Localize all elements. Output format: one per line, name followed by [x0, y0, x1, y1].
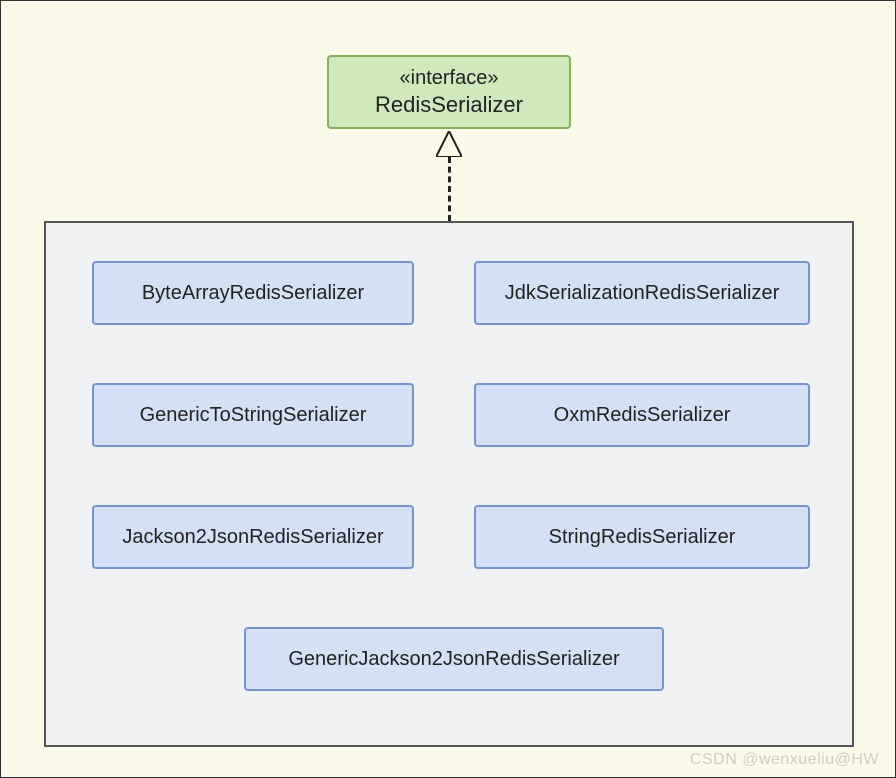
class-node-genericjackson2json: GenericJackson2JsonRedisSerializer	[244, 627, 664, 691]
implementations-container: ByteArrayRedisSerializer JdkSerializatio…	[44, 221, 854, 747]
class-node-generictostring: GenericToStringSerializer	[92, 383, 414, 447]
interface-stereotype: «interface»	[400, 65, 499, 91]
class-label: GenericJackson2JsonRedisSerializer	[288, 648, 619, 671]
class-node-jdkserialization: JdkSerializationRedisSerializer	[474, 261, 810, 325]
class-node-jackson2json: Jackson2JsonRedisSerializer	[92, 505, 414, 569]
class-label: GenericToStringSerializer	[140, 404, 367, 427]
class-label: OxmRedisSerializer	[554, 404, 731, 427]
class-label: JdkSerializationRedisSerializer	[505, 282, 780, 305]
class-label: StringRedisSerializer	[549, 526, 736, 549]
class-node-bytearray: ByteArrayRedisSerializer	[92, 261, 414, 325]
class-node-string: StringRedisSerializer	[474, 505, 810, 569]
class-label: ByteArrayRedisSerializer	[142, 282, 364, 305]
watermark-text: CSDN @wenxueliu@HW	[690, 751, 879, 769]
interface-name: RedisSerializer	[375, 91, 523, 120]
realization-line	[448, 157, 451, 221]
diagram-canvas: «interface» RedisSerializer ByteArrayRed…	[0, 0, 896, 778]
class-node-oxm: OxmRedisSerializer	[474, 383, 810, 447]
class-label: Jackson2JsonRedisSerializer	[122, 526, 383, 549]
interface-node: «interface» RedisSerializer	[327, 55, 571, 129]
realization-arrowhead-icon	[436, 131, 462, 157]
